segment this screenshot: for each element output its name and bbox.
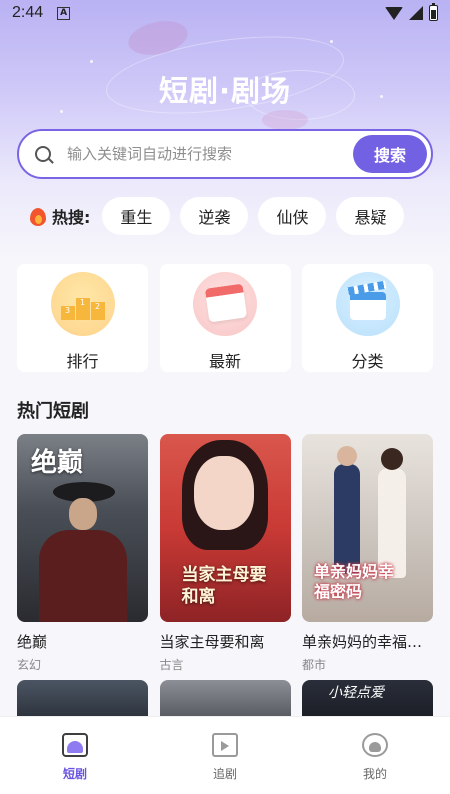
drama-genre: 都市 bbox=[302, 658, 327, 672]
tv-play-icon bbox=[212, 733, 238, 757]
page-title: 短剧·剧场 bbox=[158, 74, 292, 108]
flame-icon bbox=[30, 206, 46, 226]
tab-label: 追剧 bbox=[212, 767, 237, 781]
search-button[interactable]: 搜索 bbox=[353, 135, 427, 173]
poster-title-text: 绝巅 bbox=[31, 448, 84, 478]
category-shortcuts: 312 排行 最新 分类 bbox=[17, 264, 433, 372]
category-label: 排行 bbox=[66, 352, 99, 371]
drama-name: 当家主母要和离 bbox=[159, 633, 265, 651]
hot-search-label: 热搜: bbox=[52, 208, 91, 227]
signal-icon bbox=[409, 6, 423, 20]
category-ranking[interactable]: 312 排行 bbox=[17, 264, 148, 372]
hot-chip[interactable]: 逆袭 bbox=[180, 197, 249, 235]
hot-chip[interactable]: 重生 bbox=[102, 197, 171, 235]
bottom-tab-bar: 短剧 追剧 我的 bbox=[0, 716, 450, 794]
drama-card[interactable]: 绝巅 绝巅 玄幻 bbox=[17, 434, 148, 673]
tab-label: 短剧 bbox=[62, 767, 87, 781]
status-bar: 2:44 A bbox=[0, 0, 450, 26]
poster-title-text: 当家主母要和离 bbox=[181, 565, 267, 607]
poster-title-text: 小轻点爱 bbox=[328, 685, 384, 701]
drama-grid: 绝巅 绝巅 玄幻 当家主母要和离 当家主母要和离 古言 单亲妈妈幸福密码 单亲妈… bbox=[17, 434, 433, 673]
home-tv-icon bbox=[62, 733, 88, 757]
drama-genre: 古言 bbox=[159, 658, 184, 672]
drama-name: 绝巅 bbox=[17, 633, 48, 651]
hot-search-row: 热搜: 重生 逆袭 仙侠 悬疑 bbox=[30, 196, 414, 236]
category-label: 最新 bbox=[208, 352, 241, 371]
tab-profile[interactable]: 我的 bbox=[300, 717, 450, 794]
profile-icon bbox=[362, 733, 388, 757]
hot-chip[interactable]: 悬疑 bbox=[336, 197, 405, 235]
search-input[interactable] bbox=[67, 145, 337, 163]
section-title-hot-dramas: 热门短剧 bbox=[17, 401, 89, 422]
drama-poster[interactable] bbox=[17, 680, 148, 720]
drama-poster[interactable]: 当家主母要和离 bbox=[159, 434, 291, 622]
drama-grid-next-row: 小轻点爱 bbox=[17, 680, 433, 720]
category-latest[interactable]: 最新 bbox=[159, 264, 291, 372]
drama-genre: 玄幻 bbox=[17, 658, 42, 672]
notification-a-icon: A bbox=[57, 6, 71, 20]
battery-icon bbox=[429, 3, 438, 21]
drama-name: 单亲妈妈的幸福密码 bbox=[302, 633, 433, 651]
drama-card[interactable]: 当家主母要和离 当家主母要和离 古言 bbox=[159, 434, 291, 673]
tab-following[interactable]: 追剧 bbox=[150, 717, 300, 794]
search-bar: 搜索 bbox=[17, 129, 433, 179]
decorative-star bbox=[60, 110, 63, 113]
clapperboard-icon bbox=[335, 272, 400, 336]
decorative-planet bbox=[262, 110, 308, 130]
podium-icon: 312 bbox=[50, 272, 115, 336]
poster-title-text: 单亲妈妈幸福密码 bbox=[314, 562, 395, 601]
drama-poster[interactable]: 绝巅 bbox=[17, 434, 148, 622]
tab-short-drama[interactable]: 短剧 bbox=[0, 717, 150, 794]
status-right-icons bbox=[385, 3, 438, 21]
wifi-icon bbox=[385, 6, 403, 20]
category-label: 分类 bbox=[351, 352, 384, 371]
drama-poster[interactable]: 小轻点爱 bbox=[302, 680, 433, 720]
drama-card[interactable]: 单亲妈妈幸福密码 单亲妈妈的幸福密码 都市 bbox=[302, 434, 433, 673]
drama-poster[interactable] bbox=[159, 680, 291, 720]
status-time: 2:44 bbox=[12, 4, 44, 21]
search-icon bbox=[35, 146, 51, 162]
drama-poster[interactable]: 单亲妈妈幸福密码 bbox=[302, 434, 433, 622]
decorative-star bbox=[330, 40, 333, 43]
calendar-icon bbox=[193, 272, 257, 336]
tab-label: 我的 bbox=[362, 767, 387, 781]
decorative-star bbox=[90, 60, 93, 63]
hot-chip[interactable]: 仙侠 bbox=[258, 197, 327, 235]
category-classify[interactable]: 分类 bbox=[302, 264, 433, 372]
